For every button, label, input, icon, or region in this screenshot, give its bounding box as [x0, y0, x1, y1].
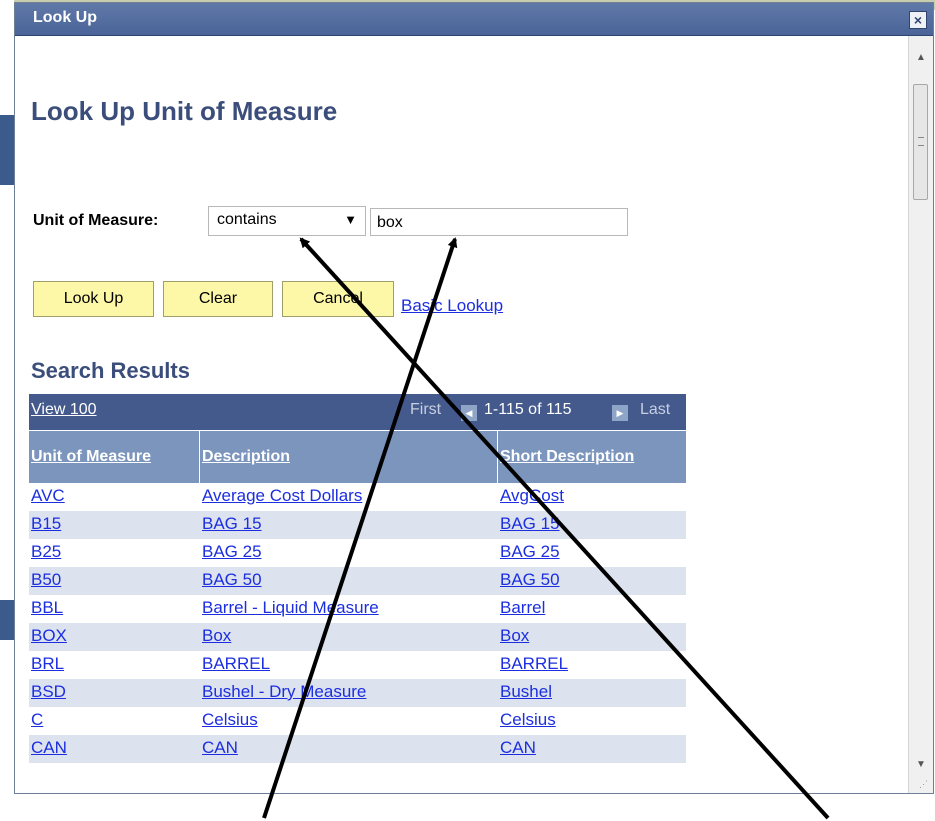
annotation-arrow-to-operator	[299, 237, 830, 820]
annotation-arrow-to-input	[262, 237, 458, 819]
annotation-arrows	[262, 237, 830, 820]
